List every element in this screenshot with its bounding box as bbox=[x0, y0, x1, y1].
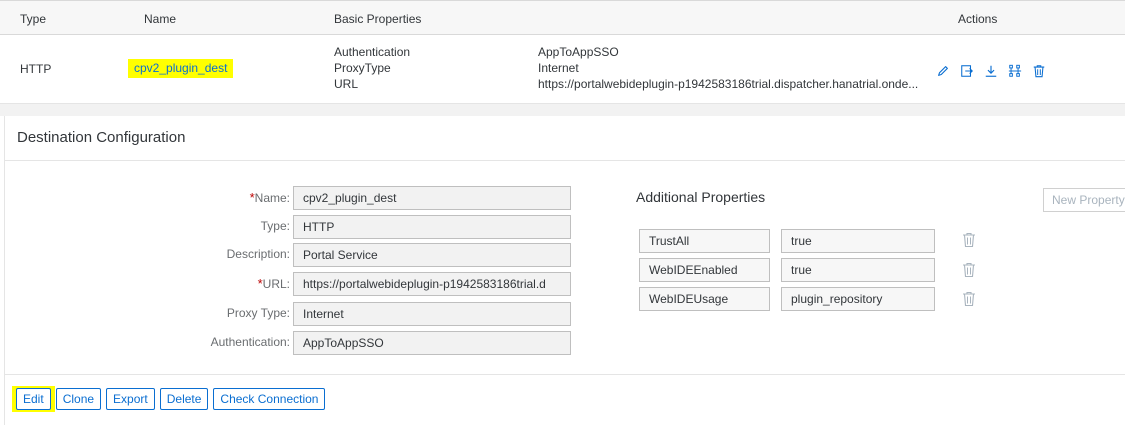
proxy-type-label: Proxy Type: bbox=[226, 306, 290, 320]
delete-property-icon[interactable] bbox=[962, 262, 976, 278]
footer-divider bbox=[5, 374, 1125, 375]
delete-button[interactable]: Delete bbox=[159, 388, 209, 410]
name-field[interactable]: cpv2_plugin_dest bbox=[293, 186, 571, 210]
section-gap bbox=[0, 104, 1125, 116]
type-label: Type: bbox=[260, 219, 290, 233]
property-value-authentication: AppToAppSSO bbox=[538, 45, 619, 59]
panel-title: Destination Configuration bbox=[17, 129, 186, 146]
property-value-proxytype: Internet bbox=[538, 61, 579, 75]
property-value-webideenabled[interactable]: true bbox=[781, 258, 935, 282]
table-header: Type Name Basic Properties Actions bbox=[0, 0, 1125, 35]
column-header-type: Type bbox=[20, 12, 47, 26]
destinations-table: Type Name Basic Properties Actions HTTP … bbox=[0, 0, 1125, 104]
url-field[interactable]: https://portalwebideplugin-p1942583186tr… bbox=[293, 272, 571, 296]
new-property-button[interactable]: New Property bbox=[1043, 188, 1125, 212]
property-key-authentication: Authentication bbox=[334, 45, 411, 59]
column-header-actions: Actions bbox=[958, 12, 998, 26]
property-value-url: https://portalwebideplugin-p1942583186tr… bbox=[538, 77, 919, 91]
proxy-type-field[interactable]: Internet bbox=[293, 302, 571, 326]
edit-highlight: Edit bbox=[12, 386, 55, 412]
check-connection-icon[interactable] bbox=[1003, 62, 1027, 80]
check-connection-button[interactable]: Check Connection bbox=[213, 388, 326, 410]
property-key-webideusage[interactable]: WebIDEUsage bbox=[639, 287, 770, 311]
url-label: *URL: bbox=[257, 276, 290, 291]
row-property-values: AppToAppSSO Internet https://portalwebid… bbox=[538, 44, 918, 92]
name-label: *Name: bbox=[249, 190, 290, 205]
table-row[interactable]: HTTP cpv2_plugin_dest Authentication Pro… bbox=[0, 35, 1125, 104]
row-type: HTTP bbox=[20, 62, 52, 76]
clone-button[interactable]: Clone bbox=[55, 388, 102, 410]
edit-icon[interactable] bbox=[931, 62, 955, 80]
export-icon[interactable] bbox=[979, 62, 1003, 80]
authentication-field[interactable]: AppToAppSSO bbox=[293, 331, 571, 355]
panel-divider bbox=[5, 160, 1125, 161]
delete-property-icon[interactable] bbox=[962, 232, 976, 248]
row-property-keys: Authentication ProxyType URL bbox=[334, 44, 410, 92]
property-key-trustall[interactable]: TrustAll bbox=[639, 229, 770, 253]
delete-property-icon[interactable] bbox=[962, 291, 976, 307]
property-value-webideusage[interactable]: plugin_repository bbox=[781, 287, 935, 311]
authentication-label: Authentication: bbox=[210, 335, 290, 349]
column-header-basic-properties: Basic Properties bbox=[334, 12, 422, 26]
delete-icon[interactable] bbox=[1027, 62, 1051, 80]
column-header-name: Name bbox=[144, 12, 177, 26]
action-button-bar: Edit Clone Export Delete Check Connectio… bbox=[12, 386, 326, 412]
destination-configuration-panel: Destination Configuration *Name: cpv2_pl… bbox=[4, 116, 1125, 425]
row-name-text: cpv2_plugin_dest bbox=[134, 61, 228, 75]
property-key-proxytype: ProxyType bbox=[334, 61, 391, 75]
property-key-url: URL bbox=[334, 77, 359, 91]
clone-icon[interactable] bbox=[955, 62, 979, 80]
edit-button[interactable]: Edit bbox=[16, 388, 51, 410]
export-button[interactable]: Export bbox=[106, 388, 155, 410]
row-actions bbox=[931, 62, 1051, 80]
type-field[interactable]: HTTP bbox=[293, 215, 571, 239]
row-name-link[interactable]: cpv2_plugin_dest bbox=[128, 59, 234, 78]
property-value-trustall[interactable]: true bbox=[781, 229, 935, 253]
description-field[interactable]: Portal Service bbox=[293, 243, 571, 267]
property-key-webideenabled[interactable]: WebIDEEnabled bbox=[639, 258, 770, 282]
additional-properties-title: Additional Properties bbox=[636, 189, 766, 205]
description-label: Description: bbox=[226, 247, 290, 261]
